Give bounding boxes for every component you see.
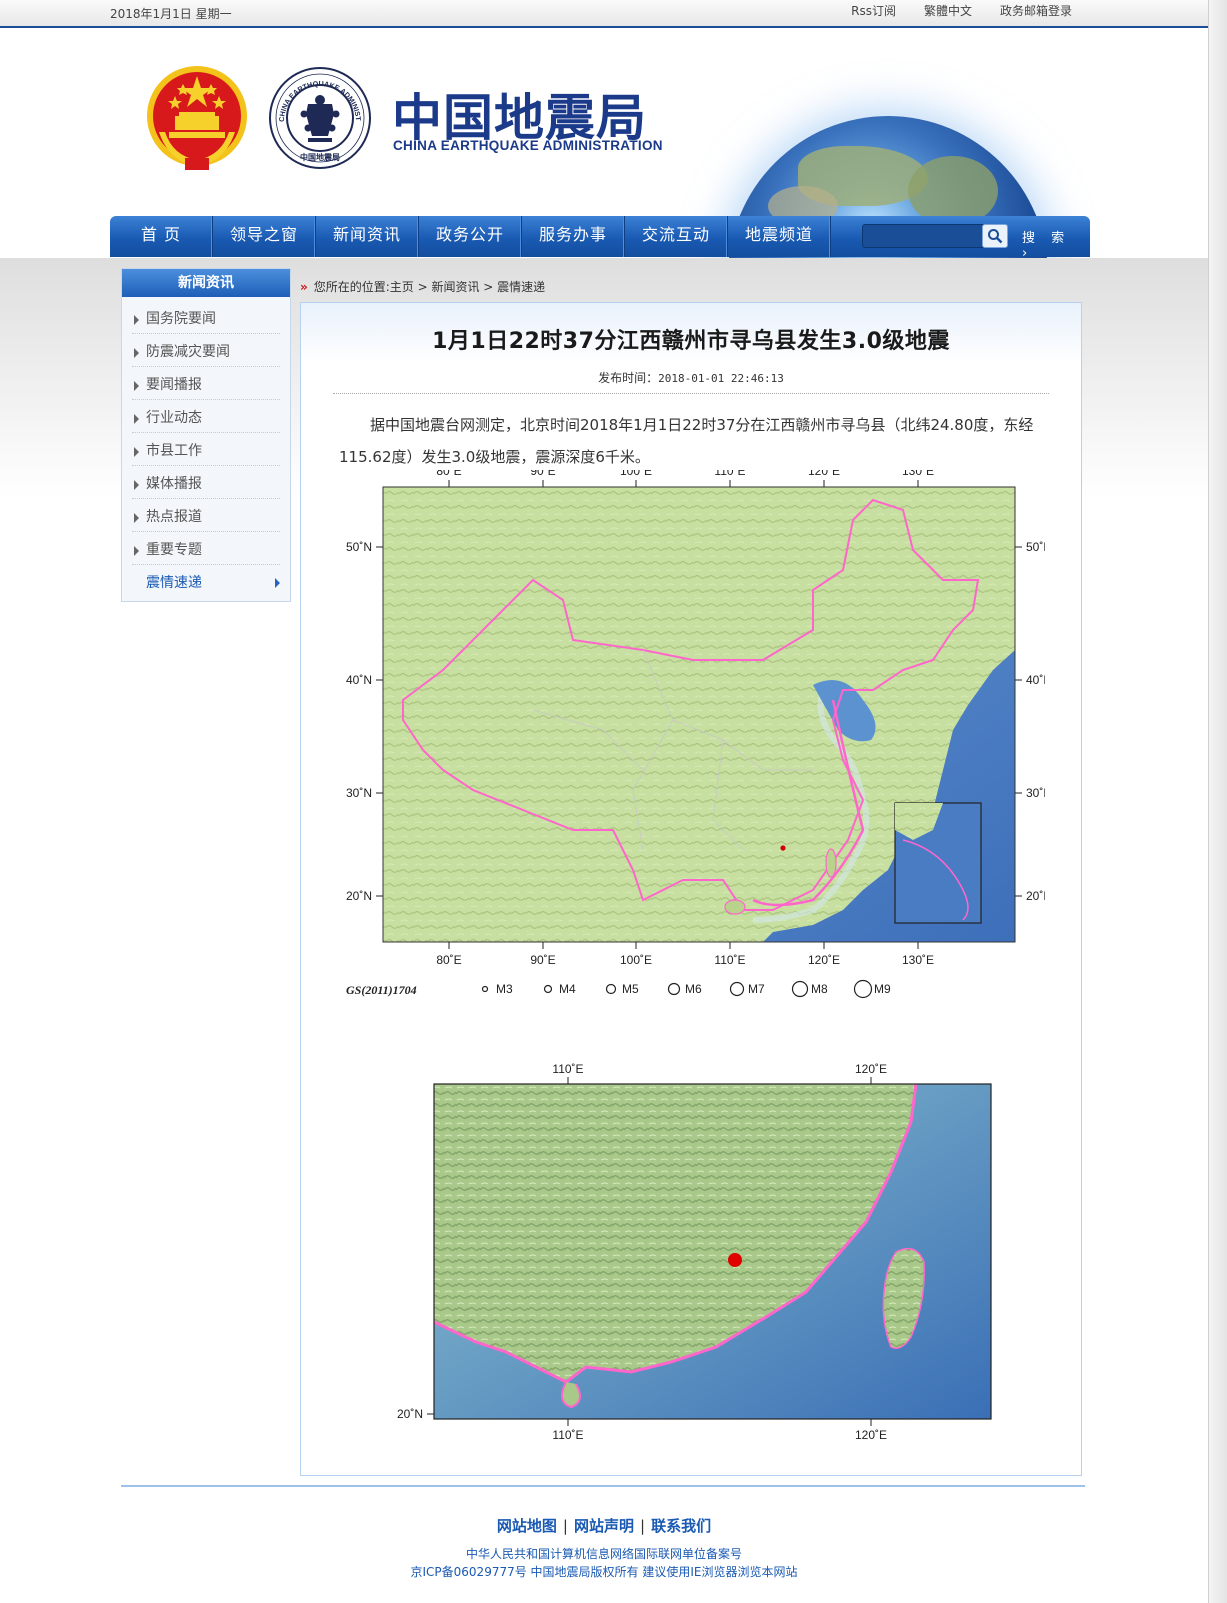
title-divider: [333, 393, 1049, 394]
detail-lon-tick-bottom: 120˚E: [855, 1428, 887, 1442]
detail-lon-tick-top: 110˚E: [552, 1062, 583, 1076]
lon-tick-top: 100˚E: [620, 470, 652, 478]
lon-tick-top: 130˚E: [902, 470, 934, 478]
lat-tick-left: 20˚N: [346, 889, 372, 903]
nav-leadership[interactable]: 领导之窗: [213, 216, 316, 257]
cea-seal-icon: CHINA EARTHQUAKE ADMINISTRATION 中国地震局: [268, 66, 371, 169]
lon-tick-top: 110˚E: [714, 470, 745, 478]
lon-tick-bottom: 120˚E: [808, 953, 840, 967]
nav-interaction[interactable]: 交流互动: [625, 216, 728, 257]
sidebar-item-media-broadcast[interactable]: 媒体播报: [132, 466, 280, 499]
lat-tick-right: 30˚N: [1026, 786, 1045, 800]
sidebar-item-industry-news[interactable]: 行业动态: [132, 400, 280, 433]
top-bar: 2018年1月1日 星期一 Rss订阅 繁體中文 政务邮箱登录: [0, 0, 1208, 28]
article-body: 据中国地震台网测定，北京时间2018年1月1日22时37分在江西赣州市寻乌县（北…: [339, 416, 1034, 466]
footer-divider: [121, 1485, 1085, 1487]
lon-tick-bottom: 80˚E: [436, 953, 461, 967]
publish-time-label: 发布时间：: [598, 371, 659, 385]
lon-tick-top: 90˚E: [530, 470, 555, 478]
lat-tick-left: 30˚N: [346, 786, 372, 800]
breadcrumb-marker-icon: »: [300, 280, 308, 294]
search-input[interactable]: [862, 224, 986, 248]
breadcrumb: » 您所在的位置:主页 > 新闻资讯 > 震情速递: [300, 278, 545, 295]
sidebar-item-disaster-reduction-news[interactable]: 防震减灾要闻: [132, 334, 280, 367]
traditional-chinese-link[interactable]: 繁體中文: [924, 2, 972, 19]
sidebar-item-news-broadcast[interactable]: 要闻播报: [132, 367, 280, 400]
sidebar-title: 新闻资讯: [122, 269, 290, 297]
footer-link-contact[interactable]: 联系我们: [651, 1517, 711, 1535]
legend-m9: M9: [874, 982, 891, 996]
lat-tick-left: 40˚N: [346, 673, 372, 687]
detail-lat-tick: 20˚N: [397, 1407, 423, 1421]
detail-map: 110˚E 120˚E 110˚E 120˚E 20˚N: [396, 1062, 996, 1442]
sidebar-item-state-council-news[interactable]: 国务院要闻: [132, 301, 280, 334]
legend-m5: M5: [622, 982, 639, 996]
legend-m6: M6: [685, 982, 702, 996]
nav-services[interactable]: 服务办事: [522, 216, 625, 257]
nav-earthquake-channel[interactable]: 地震频道: [728, 216, 831, 257]
overview-map: 80˚E 90˚E 100˚E 110˚E 120˚E 130˚E 80˚E 9…: [343, 470, 1045, 1000]
lon-tick-bottom: 110˚E: [714, 953, 745, 967]
search-label[interactable]: 搜 索 ›: [1022, 227, 1090, 261]
top-links: Rss订阅 繁體中文 政务邮箱登录: [851, 2, 1072, 19]
nav-home[interactable]: 首 页: [110, 216, 213, 257]
lon-tick-bottom: 130˚E: [902, 953, 934, 967]
main-nav: 首 页 领导之窗 新闻资讯 政务公开 服务办事 交流互动 地震频道 搜 索 ›: [110, 216, 1090, 261]
publish-time: 发布时间：2018-01-01 22:46:13: [301, 369, 1081, 386]
legend-m7: M7: [748, 982, 765, 996]
national-emblem-icon: [147, 66, 247, 170]
sidebar-item-special-topics[interactable]: 重要专题: [132, 532, 280, 565]
current-date: 2018年1月1日 星期一: [110, 7, 232, 21]
gov-mail-login-link[interactable]: 政务邮箱登录: [1000, 2, 1072, 19]
lat-tick-right: 50˚N: [1026, 540, 1045, 554]
legend-m8: M8: [811, 982, 828, 996]
search-icon: [988, 229, 1003, 244]
epicenter-marker: [728, 1253, 742, 1267]
lon-tick-bottom: 90˚E: [530, 953, 555, 967]
lon-tick-top: 120˚E: [808, 470, 840, 478]
map-approval-code: GS(2011)1704: [346, 983, 417, 997]
nav-news[interactable]: 新闻资讯: [316, 216, 419, 257]
sidebar-item-hot-reports[interactable]: 热点报道: [132, 499, 280, 532]
svg-text:中国地震局: 中国地震局: [300, 152, 340, 162]
footer-registration[interactable]: 中华人民共和国计算机信息网络国际联网单位备案号: [0, 1545, 1208, 1562]
nav-gov-affairs[interactable]: 政务公开: [419, 216, 522, 257]
legend-m4: M4: [559, 982, 576, 996]
sidebar: 新闻资讯 国务院要闻 防震减灾要闻 要闻播报 行业动态 市县工作 媒体播报 热点…: [121, 268, 291, 602]
publish-time-value: 2018-01-01 22:46:13: [658, 372, 784, 385]
footer-link-sitemap[interactable]: 网站地图: [497, 1517, 557, 1535]
footer-copyright: 京ICP备06029777号 中国地震局版权所有 建议使用IE浏览器浏览本网站: [410, 1565, 798, 1579]
lat-tick-right: 40˚N: [1026, 673, 1045, 687]
breadcrumb-path[interactable]: 您所在的位置:主页 > 新闻资讯 > 震情速递: [314, 280, 545, 294]
footer-link-statement[interactable]: 网站声明: [574, 1517, 634, 1535]
rss-link[interactable]: Rss订阅: [851, 2, 896, 19]
sidebar-item-quake-express[interactable]: 震情速递: [132, 565, 280, 597]
lat-tick-left: 50˚N: [346, 540, 372, 554]
legend-m3: M3: [496, 982, 513, 996]
lon-tick-top: 80˚E: [436, 470, 461, 478]
detail-lon-tick-top: 120˚E: [855, 1062, 887, 1076]
detail-lon-tick-bottom: 110˚E: [552, 1428, 583, 1442]
logo-english: CHINA EARTHQUAKE ADMINISTRATION: [393, 138, 663, 153]
window-edge: [1208, 0, 1227, 1603]
lon-tick-bottom: 100˚E: [620, 953, 652, 967]
footer-links: 网站地图 | 网站声明 | 联系我们: [496, 1517, 712, 1535]
lat-tick-right: 20˚N: [1026, 889, 1045, 903]
search-button[interactable]: [982, 224, 1008, 248]
article-title: 1月1日22时37分江西赣州市寻乌县发生3.0级地震: [432, 329, 950, 354]
epicenter-marker: [780, 845, 786, 851]
sidebar-item-county-work[interactable]: 市县工作: [132, 433, 280, 466]
